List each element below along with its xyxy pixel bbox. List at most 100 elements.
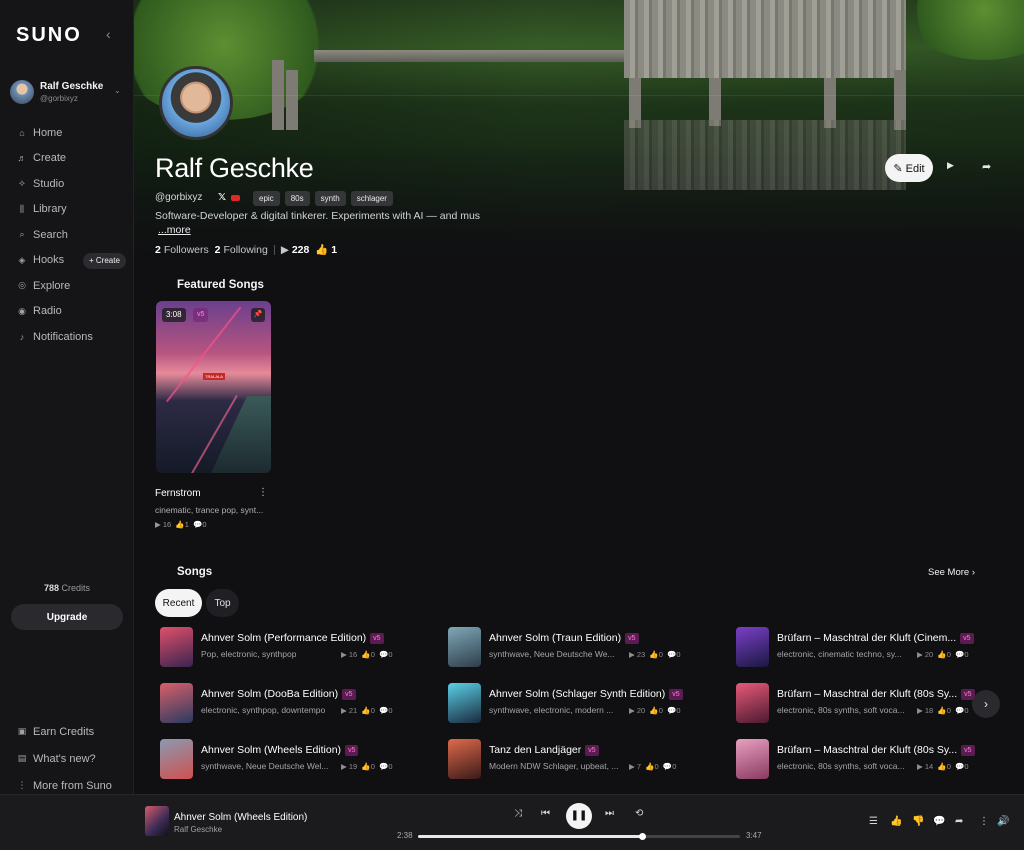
shuffle-icon[interactable]: ⤨ [514, 808, 522, 819]
user-name: Ralf Geschke [40, 81, 104, 92]
song-title[interactable]: Tanz den Landjäger v5 [489, 744, 599, 756]
banner-reflection [624, 120, 906, 190]
sidebar-item-label: Home [33, 126, 63, 139]
profile-tag[interactable]: 80s [284, 191, 310, 206]
followers-link[interactable]: 2 Followers [155, 244, 209, 256]
banner-tree [904, 0, 1024, 60]
song-row[interactable]: Brüfarn – Maschtral der Kluft (80s Sy...… [736, 681, 996, 725]
profile-tag[interactable]: schlager [350, 191, 393, 206]
repeat-icon[interactable]: ⟲ [635, 808, 643, 819]
song-title[interactable]: Ahnver Solm (Wheels Edition) v5 [201, 744, 359, 756]
song-row[interactable]: Tanz den Landjäger v5 Modern NDW Schlager,… [448, 737, 708, 781]
sidebar-item-search[interactable]: ⌕ Search [0, 222, 134, 248]
see-more-label: See More [928, 567, 970, 578]
sidebar-item-explore[interactable]: ◎ Explore [0, 273, 134, 299]
song-row[interactable]: Brüfarn – Maschtral der Kluft (Cinem... v… [736, 625, 996, 669]
suno-logo[interactable]: SUNO [16, 24, 82, 47]
bio-more-link[interactable]: ...more [158, 224, 191, 236]
song-title[interactable]: Ahnver Solm (Performance Edition) v5 [201, 632, 384, 644]
song-cover[interactable] [448, 683, 481, 723]
next-icon[interactable]: ⏭ [605, 808, 614, 819]
now-playing-cover[interactable] [145, 806, 169, 836]
x-icon[interactable]: 𝕏 [218, 192, 226, 203]
pause-button[interactable]: ❚❚ [566, 803, 592, 829]
sidebar-item-label: Search [33, 228, 68, 241]
more-options-icon[interactable]: ⋮ [258, 487, 268, 498]
song-row[interactable]: Ahnver Solm (Traun Edition) v5 synthwave, … [448, 625, 708, 669]
song-title[interactable]: Brüfarn – Maschtral der Kluft (80s Sy...… [777, 744, 975, 756]
sidebar-item-notifications[interactable]: ♪ Notifications [0, 324, 134, 350]
profile-tag[interactable]: epic [253, 191, 280, 206]
collapse-sidebar-icon[interactable]: ‹ [106, 26, 111, 42]
edit-profile-button[interactable]: ✎ Edit [885, 154, 933, 182]
song-cover[interactable] [160, 739, 193, 779]
youtube-icon[interactable] [231, 195, 240, 201]
share-icon[interactable]: ➦ [955, 816, 963, 827]
play-all-icon[interactable]: ▶ [947, 160, 954, 171]
version-badge: v5 [370, 633, 384, 644]
featured-song-title[interactable]: Fernstrom [155, 488, 201, 499]
song-cover[interactable] [736, 627, 769, 667]
song-cover[interactable] [160, 627, 193, 667]
song-cover[interactable] [736, 739, 769, 779]
volume-icon[interactable]: 🔊 [997, 816, 1009, 827]
profile-avatar[interactable] [159, 66, 233, 140]
tab-top[interactable]: Top [206, 589, 239, 617]
sidebar-item-home[interactable]: ⌂ Home [0, 120, 134, 146]
share-icon[interactable]: ➦ [982, 160, 991, 173]
user-menu[interactable]: Ralf Geschke @gorbixyz ⌄ [10, 78, 126, 108]
song-row[interactable]: Brüfarn – Maschtral der Kluft (80s Sy...… [736, 737, 996, 781]
next-page-button[interactable]: › [972, 690, 1000, 718]
song-stats: ▶ 18 👍0 💬0 [917, 706, 969, 715]
likes-count: 0 [946, 650, 951, 659]
hooks-create-button[interactable]: + Create [83, 252, 126, 269]
following-link[interactable]: 2 Following [215, 244, 268, 256]
sidebar-item-radio[interactable]: ◉ Radio [0, 299, 134, 325]
song-cover[interactable] [448, 627, 481, 667]
song-row[interactable]: Ahnver Solm (Schlager Synth Edition) v5 sy… [448, 681, 708, 725]
song-genre: electronic, 80s synths, soft voca... [777, 705, 905, 715]
sidebar-item-create[interactable]: ♬ Create [0, 146, 134, 172]
song-row[interactable]: Ahnver Solm (Performance Edition) v5 Pop, … [160, 625, 420, 669]
song-title-text: Ahnver Solm (Schlager Synth Edition) [489, 688, 666, 700]
song-title[interactable]: Brüfarn – Maschtral der Kluft (Cinem... v… [777, 632, 974, 644]
comment-icon[interactable]: 💬 [933, 816, 945, 827]
song-title[interactable]: Ahnver Solm (Schlager Synth Edition) v5 [489, 688, 683, 700]
queue-icon[interactable]: ☰ [869, 816, 878, 827]
thumbs-down-icon[interactable]: 👎 [912, 816, 924, 827]
more-options-icon[interactable]: ⋮ [979, 816, 989, 827]
profile-stats: 2 Followers 2 Following ▶ 228 👍 1 [155, 243, 340, 257]
comments-count: 0 [964, 706, 969, 715]
sidebar-item-studio[interactable]: ⟡ Studio [0, 171, 134, 197]
sidebar-item-label: Radio [33, 305, 62, 318]
previous-icon[interactable]: ⏮ [541, 808, 550, 819]
song-cover[interactable] [736, 683, 769, 723]
song-genre: synthwave, Neue Deutsche We... [489, 649, 615, 659]
song-row[interactable]: Ahnver Solm (Wheels Edition) v5 synthwave,… [160, 737, 420, 781]
sidebar-item-hooks[interactable]: ◈ Hooks + Create [0, 248, 134, 274]
tab-recent[interactable]: Recent [155, 589, 202, 617]
song-row[interactable]: Ahnver Solm (DooBa Edition) v5 electronic,… [160, 681, 420, 725]
song-cover[interactable] [448, 739, 481, 779]
suno-app: SUNO ‹ Ralf Geschke @gorbixyz ⌄ ⌂ Home ♬ C… [0, 0, 1024, 850]
comments-count: 0 [388, 706, 393, 715]
featured-song-cover[interactable]: TRALALA 3:08 v5 📌 [156, 301, 271, 473]
song-title[interactable]: Ahnver Solm (DooBa Edition) v5 [201, 688, 356, 700]
sidebar-item-whats-new[interactable]: ▤ What's new? [0, 745, 134, 772]
now-playing-artist[interactable]: Ralf Geschke [174, 825, 222, 834]
song-title[interactable]: Brüfarn – Maschtral der Kluft (80s Sy...… [777, 688, 975, 700]
version-badge: v5 [342, 689, 356, 700]
sidebar-item-earn-credits[interactable]: ▣ Earn Credits [0, 718, 134, 745]
profile-tag[interactable]: synth [314, 191, 346, 206]
sidebar-item-library[interactable]: ⫼ Library [0, 197, 134, 223]
song-cover[interactable] [160, 683, 193, 723]
song-stats: ▶ 14 👍0 💬0 [917, 762, 969, 771]
progress-bar[interactable] [418, 833, 740, 840]
now-playing-title[interactable]: Ahnver Solm (Wheels Edition) [174, 812, 307, 823]
pin-icon[interactable]: 📌 [251, 308, 265, 322]
thumbs-up-icon[interactable]: 👍 [890, 816, 902, 827]
see-more-link[interactable]: See More › [928, 567, 975, 578]
progress-handle[interactable] [639, 833, 647, 840]
upgrade-button[interactable]: Upgrade [11, 604, 123, 630]
song-title[interactable]: Ahnver Solm (Traun Edition) v5 [489, 632, 639, 644]
